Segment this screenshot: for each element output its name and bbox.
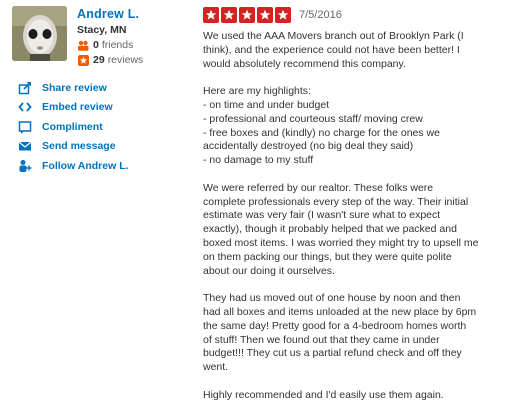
review-actions: Share review Embed review Compliment Sen… [12, 78, 192, 176]
avatar[interactable] [12, 6, 67, 61]
review-paragraph: They had us moved out of one house by no… [203, 292, 503, 375]
star-icon [275, 7, 291, 23]
review-line: exactly), though it probably helped that… [203, 223, 457, 236]
review-line: on them packing our things, but they wer… [203, 250, 452, 263]
friends-count: 0 [93, 39, 99, 51]
user-name[interactable]: Andrew L. [77, 7, 143, 22]
review-paragraph: We used the AAA Movers branch out of Bro… [203, 30, 503, 71]
rating-row: 7/5/2016 [203, 5, 503, 25]
star-icon [221, 7, 237, 23]
review-content: 7/5/2016 We used the AAA Movers branch o… [203, 5, 503, 403]
review-line: - free boxes and (kindly) no charge for … [203, 126, 440, 139]
review-line: We were referred by our realtor. These f… [203, 181, 434, 194]
review-line: - no damage to my stuff [203, 154, 314, 167]
envelope-icon [18, 139, 32, 153]
user-passport: Andrew L. Stacy, MN 0 friends 29 reviews [12, 6, 192, 67]
follow-user-link[interactable]: Follow Andrew L. [12, 156, 192, 176]
friends-icon [77, 40, 89, 51]
friends-stat: 0 friends [77, 38, 143, 52]
review-line: estimate was very fair (I wasn't sure wh… [203, 209, 441, 222]
review-line: of stuff! Then we found out that they ca… [203, 333, 440, 346]
user-info: Andrew L. Stacy, MN 0 friends 29 reviews [77, 6, 143, 67]
share-review-label: Share review [42, 81, 107, 94]
review-line: Here are my highlights: [203, 85, 311, 98]
review-line: think), and the experience could not hav… [203, 43, 460, 56]
review-line: about our doing it ourselves. [203, 264, 335, 277]
review-line: complete professionals every step of the… [203, 195, 469, 208]
review-line: We used the AAA Movers branch out of Bro… [203, 30, 464, 42]
review-line: accidentally destroyed (no big deal they… [203, 140, 414, 153]
compliment-icon [18, 120, 32, 134]
review-date: 7/5/2016 [299, 9, 342, 21]
review-line: had all boxes and items unloaded at the … [203, 305, 477, 318]
embed-icon [18, 100, 32, 114]
review-paragraph: Highly recommended and I'd easily use th… [203, 389, 503, 403]
review-paragraph: Here are my highlights: - on time and und… [203, 85, 503, 168]
review-paragraph: We were referred by our realtor. These f… [203, 182, 503, 279]
star-icon [203, 7, 219, 23]
reviewer-sidebar: Andrew L. Stacy, MN 0 friends 29 reviews… [12, 6, 192, 176]
review-line: the same day! Pretty good for a 4-bedroo… [203, 319, 467, 332]
star-icon [257, 7, 273, 23]
reviews-count: 29 [93, 54, 105, 66]
send-message-link[interactable]: Send message [12, 137, 192, 157]
review-line: would absolutely recommend this company. [203, 57, 406, 70]
review-line: went. [203, 361, 229, 374]
review-text: We used the AAA Movers branch out of Bro… [203, 30, 503, 403]
share-icon [18, 81, 32, 95]
friends-label: friends [101, 39, 134, 51]
review-line: - on time and under budget [203, 98, 330, 111]
star-rating [203, 7, 293, 23]
review-line: Highly recommended and I'd easily use th… [203, 388, 444, 401]
send-message-label: Send message [42, 140, 116, 153]
review-line: They had us moved out of one house by no… [203, 292, 461, 305]
review-star-icon [77, 54, 89, 66]
reviews-stat: 29 reviews [77, 53, 143, 67]
review-line: boxed most items. I was worried they mig… [203, 236, 479, 249]
star-icon [239, 7, 255, 23]
compliment-label: Compliment [42, 120, 103, 133]
user-location: Stacy, MN [77, 24, 127, 36]
share-review-link[interactable]: Share review [12, 78, 192, 98]
embed-review-label: Embed review [42, 101, 113, 114]
compliment-link[interactable]: Compliment [12, 117, 192, 137]
follow-icon [18, 159, 32, 173]
review-line: - professional and courteous staff/ movi… [203, 112, 423, 125]
review-line: budget!!! They cut us a partial refund c… [203, 347, 462, 360]
reviews-label: reviews [107, 54, 144, 66]
embed-review-link[interactable]: Embed review [12, 98, 192, 118]
follow-user-label: Follow Andrew L. [42, 159, 129, 172]
